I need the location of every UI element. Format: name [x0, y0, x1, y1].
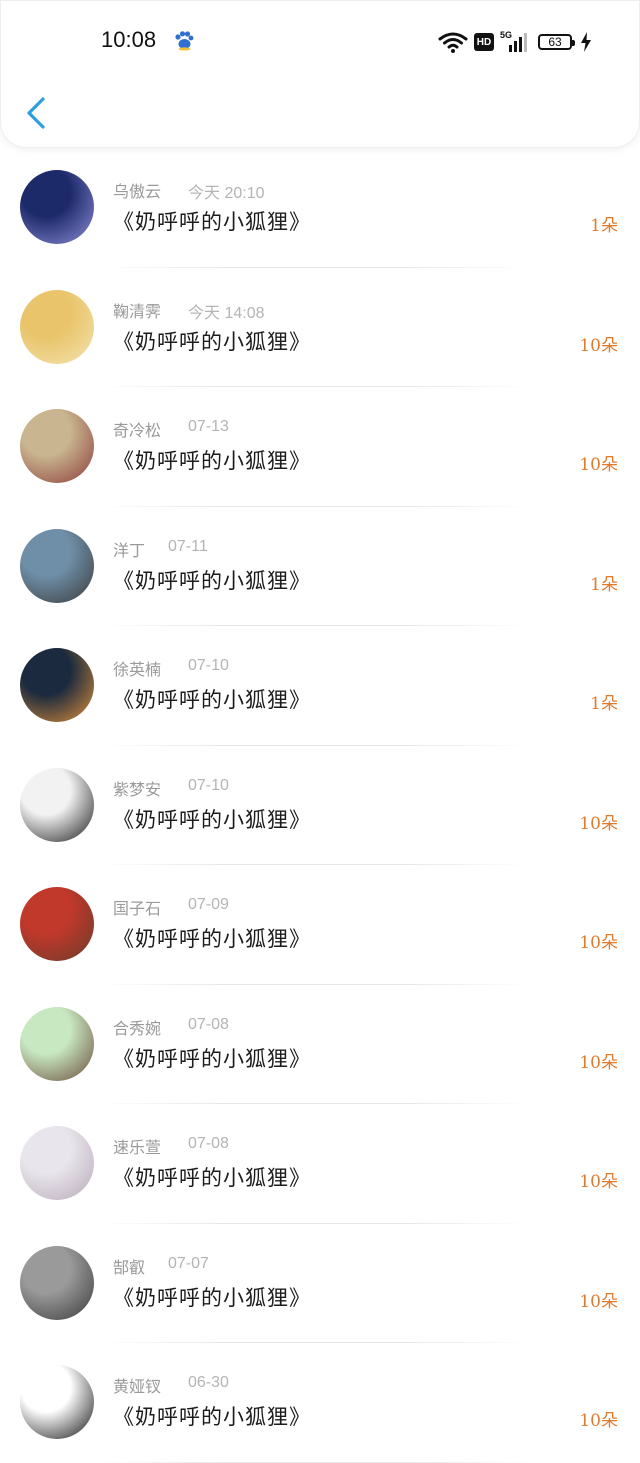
cellular-signal: 5G	[500, 30, 530, 54]
list-item[interactable]: 合秀婉 07-08 《奶呼呼的小狐狸》 10朵	[0, 985, 640, 1104]
avatar[interactable]	[20, 289, 94, 364]
wifi-icon	[438, 32, 468, 53]
flower-count: 1朵	[590, 574, 618, 595]
sender-name: 洋丁	[113, 540, 146, 560]
avatar[interactable]	[20, 767, 94, 842]
avatar[interactable]	[20, 409, 94, 483]
status-indicators: HD 5G 63	[438, 29, 592, 55]
flower-count: 10朵	[579, 1291, 618, 1312]
list-item[interactable]: 乌傲云 今天 20:10 《奶呼呼的小狐狸》 1朵	[0, 148, 640, 268]
list-item[interactable]: 徐英楠 07-10 《奶呼呼的小狐狸》 1朵	[0, 626, 640, 746]
list-item[interactable]: 国子石 07-09 《奶呼呼的小狐狸》 10朵	[0, 865, 640, 985]
book-title: 《奶呼呼的小狐狸》	[113, 927, 311, 951]
charging-bolt-icon	[581, 32, 591, 52]
flower-count: 10朵	[579, 335, 618, 356]
list-item[interactable]: 鞠清霁 今天 14:08 《奶呼呼的小狐狸》 10朵	[0, 268, 640, 387]
avatar[interactable]	[20, 1245, 94, 1320]
flower-count: 10朵	[579, 1052, 618, 1073]
book-title: 《奶呼呼的小狐狸》	[113, 1405, 311, 1429]
book-title: 《奶呼呼的小狐狸》	[113, 1166, 311, 1190]
avatar[interactable]	[20, 1365, 94, 1439]
sender-name: 黄娅钗	[113, 1377, 162, 1396]
gift-time: 07-11	[168, 537, 208, 555]
book-title: 《奶呼呼的小狐狸》	[113, 449, 311, 473]
hd-badge: HD	[474, 33, 494, 51]
back-button[interactable]	[23, 95, 51, 131]
gift-record-list: 乌傲云 今天 20:10 《奶呼呼的小狐狸》 1朵 鞠清霁 今天 14:08 《奶呼呼的小狐…	[0, 148, 640, 1463]
gift-time: 07-09	[188, 896, 229, 913]
avatar[interactable]	[20, 887, 94, 961]
flower-count: 10朵	[579, 813, 618, 834]
gift-time: 07-10	[188, 776, 229, 794]
avatar[interactable]	[20, 170, 94, 244]
flower-count: 1朵	[590, 216, 618, 236]
sender-name: 奇冷松	[113, 421, 162, 440]
divider	[100, 1461, 530, 1463]
paw-icon	[175, 31, 194, 51]
battery-indicator: 63	[538, 34, 575, 50]
gift-time: 07-13	[188, 418, 229, 435]
book-title: 《奶呼呼的小狐狸》	[113, 568, 311, 593]
signal-bars-icon	[509, 33, 527, 52]
avatar[interactable]	[20, 1126, 94, 1200]
list-item[interactable]: 洋丁 07-11 《奶呼呼的小狐狸》 1朵	[0, 507, 640, 626]
list-item[interactable]: 郜叡 07-07 《奶呼呼的小狐狸》 10朵	[0, 1224, 640, 1343]
gift-time: 07-10	[188, 657, 229, 674]
book-title: 《奶呼呼的小狐狸》	[113, 807, 311, 832]
flower-count: 10朵	[579, 1172, 618, 1192]
list-item[interactable]: 速乐萱 07-08 《奶呼呼的小狐狸》 10朵	[0, 1104, 640, 1224]
list-item[interactable]: 奇冷松 07-13 《奶呼呼的小狐狸》 10朵	[0, 387, 640, 507]
avatar[interactable]	[20, 1006, 94, 1081]
flower-count: 10朵	[579, 455, 618, 475]
list-item[interactable]: 紫梦安 07-10 《奶呼呼的小狐狸》 10朵	[0, 746, 640, 865]
gift-time: 07-07	[168, 1254, 209, 1272]
gift-time: 06-30	[188, 1374, 229, 1391]
book-title: 《奶呼呼的小狐狸》	[113, 1046, 311, 1071]
sender-name: 国子石	[113, 899, 162, 918]
sender-name: 速乐萱	[113, 1138, 162, 1157]
book-title: 《奶呼呼的小狐狸》	[113, 210, 311, 234]
avatar[interactable]	[20, 648, 94, 722]
gift-time: 今天 20:10	[188, 185, 265, 202]
sender-name: 合秀婉	[113, 1018, 162, 1038]
sender-name: 徐英楠	[113, 660, 162, 679]
header: 10:08 HD 5G 63	[0, 0, 640, 148]
sender-name: 郜叡	[113, 1257, 146, 1277]
list-item[interactable]: 黄娅钗 06-30 《奶呼呼的小狐狸》 10朵	[0, 1343, 640, 1463]
book-title: 《奶呼呼的小狐狸》	[113, 1285, 311, 1310]
gift-time: 07-08	[188, 1015, 229, 1033]
book-title: 《奶呼呼的小狐狸》	[113, 688, 311, 712]
gift-time: 07-08	[188, 1135, 229, 1152]
sender-name: 鞠清霁	[113, 301, 162, 321]
sender-name: 紫梦安	[113, 779, 162, 799]
flower-count: 1朵	[590, 694, 618, 714]
flower-count: 10朵	[579, 1411, 618, 1431]
status-time: 10:08	[101, 27, 157, 52]
flower-count: 10朵	[579, 933, 618, 953]
sender-name: 乌傲云	[113, 182, 162, 201]
gift-time: 今天 14:08	[188, 304, 265, 322]
book-title: 《奶呼呼的小狐狸》	[113, 329, 311, 354]
avatar[interactable]	[20, 528, 94, 603]
